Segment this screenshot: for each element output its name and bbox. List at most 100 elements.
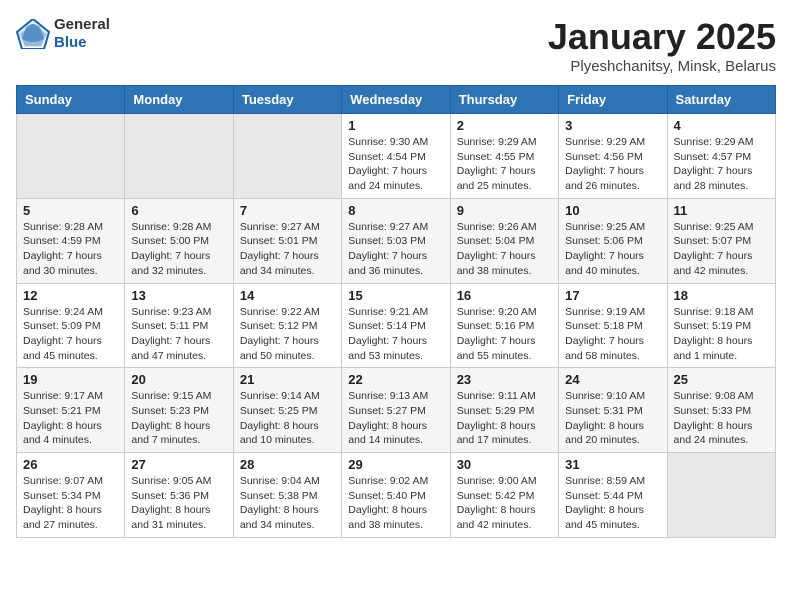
day-number: 26: [23, 457, 118, 472]
day-number: 6: [131, 203, 226, 218]
day-info: Sunrise: 9:27 AM Sunset: 5:01 PM Dayligh…: [240, 220, 335, 279]
day-info: Sunrise: 9:22 AM Sunset: 5:12 PM Dayligh…: [240, 305, 335, 364]
calendar-cell: 30Sunrise: 9:00 AM Sunset: 5:42 PM Dayli…: [450, 453, 558, 538]
calendar-cell: 13 Sunrise: 9:23 AM Sunset: 5:11 PM Dayli…: [125, 283, 233, 368]
calendar-cell: 26 Sunrise: 9:07 AM Sunset: 5:34 PM Dayli…: [17, 453, 125, 538]
day-info: Sunrise: 9:25 AM Sunset: 5:06 PM Dayligh…: [565, 220, 660, 279]
day-number: 22: [348, 372, 443, 387]
header-tuesday: Tuesday: [233, 86, 341, 114]
calendar-cell: 23 Sunrise: 9:11 AM Sunset: 5:29 PM Dayli…: [450, 368, 558, 453]
day-info: Sunrise: 9:18 AM Sunset: 5:19 PM Dayligh…: [674, 305, 769, 364]
calendar-cell: 7Sunrise: 9:27 AM Sunset: 5:01 PM Daylig…: [233, 198, 341, 283]
calendar-cell: 6 Sunrise: 9:28 AM Sunset: 5:00 PM Daylig…: [125, 198, 233, 283]
day-info: Sunrise: 9:25 AM Sunset: 5:07 PM Dayligh…: [674, 220, 769, 279]
calendar-cell: 31 Sunrise: 8:59 AM Sunset: 5:44 PM Dayli…: [559, 453, 667, 538]
day-info: Sunrise: 9:05 AM Sunset: 5:36 PM Dayligh…: [131, 474, 226, 533]
calendar-cell: 14 Sunrise: 9:22 AM Sunset: 5:12 PM Dayli…: [233, 283, 341, 368]
day-info: Sunrise: 9:17 AM Sunset: 5:21 PM Dayligh…: [23, 389, 118, 448]
calendar-cell: [125, 114, 233, 199]
calendar-cell: 18 Sunrise: 9:18 AM Sunset: 5:19 PM Dayli…: [667, 283, 775, 368]
day-info: Sunrise: 9:28 AM Sunset: 5:00 PM Dayligh…: [131, 220, 226, 279]
day-number: 12: [23, 288, 118, 303]
day-info: Sunrise: 9:29 AM Sunset: 4:56 PM Dayligh…: [565, 135, 660, 194]
day-info: Sunrise: 9:08 AM Sunset: 5:33 PM Dayligh…: [674, 389, 769, 448]
day-number: 27: [131, 457, 226, 472]
calendar-cell: 15Sunrise: 9:21 AM Sunset: 5:14 PM Dayli…: [342, 283, 450, 368]
header-sunday: Sunday: [17, 86, 125, 114]
calendar-cell: 12 Sunrise: 9:24 AM Sunset: 5:09 PM Dayli…: [17, 283, 125, 368]
day-info: Sunrise: 9:20 AM Sunset: 5:16 PM Dayligh…: [457, 305, 552, 364]
day-number: 16: [457, 288, 552, 303]
header-monday: Monday: [125, 86, 233, 114]
calendar-cell: 4Sunrise: 9:29 AM Sunset: 4:57 PM Daylig…: [667, 114, 775, 199]
calendar-cell: 20 Sunrise: 9:15 AM Sunset: 5:23 PM Dayli…: [125, 368, 233, 453]
day-info: Sunrise: 9:23 AM Sunset: 5:11 PM Dayligh…: [131, 305, 226, 364]
day-number: 18: [674, 288, 769, 303]
day-number: 14: [240, 288, 335, 303]
day-info: Sunrise: 9:15 AM Sunset: 5:23 PM Dayligh…: [131, 389, 226, 448]
header-friday: Friday: [559, 86, 667, 114]
calendar-cell: 27 Sunrise: 9:05 AM Sunset: 5:36 PM Dayli…: [125, 453, 233, 538]
day-number: 5: [23, 203, 118, 218]
calendar-cell: 11 Sunrise: 9:25 AM Sunset: 5:07 PM Dayli…: [667, 198, 775, 283]
header-wednesday: Wednesday: [342, 86, 450, 114]
calendar-week-row: 26 Sunrise: 9:07 AM Sunset: 5:34 PM Dayli…: [17, 453, 776, 538]
day-info: Sunrise: 9:04 AM Sunset: 5:38 PM Dayligh…: [240, 474, 335, 533]
calendar-week-row: 1Sunrise: 9:30 AM Sunset: 4:54 PM Daylig…: [17, 114, 776, 199]
day-info: Sunrise: 9:24 AM Sunset: 5:09 PM Dayligh…: [23, 305, 118, 364]
logo: General Blue: [16, 16, 110, 52]
day-info: Sunrise: 9:10 AM Sunset: 5:31 PM Dayligh…: [565, 389, 660, 448]
calendar-week-row: 12 Sunrise: 9:24 AM Sunset: 5:09 PM Dayli…: [17, 283, 776, 368]
calendar-cell: 25 Sunrise: 9:08 AM Sunset: 5:33 PM Dayli…: [667, 368, 775, 453]
page-header: General Blue January 2025 Plyeshchanitsy…: [16, 16, 776, 75]
day-number: 13: [131, 288, 226, 303]
calendar-cell: 22Sunrise: 9:13 AM Sunset: 5:27 PM Dayli…: [342, 368, 450, 453]
day-number: 17: [565, 288, 660, 303]
day-info: Sunrise: 9:29 AM Sunset: 4:55 PM Dayligh…: [457, 135, 552, 194]
day-number: 23: [457, 372, 552, 387]
calendar-table: SundayMondayTuesdayWednesdayThursdayFrid…: [16, 85, 776, 538]
day-info: Sunrise: 9:00 AM Sunset: 5:42 PM Dayligh…: [457, 474, 552, 533]
calendar-header-row: SundayMondayTuesdayWednesdayThursdayFrid…: [17, 86, 776, 114]
calendar-week-row: 5Sunrise: 9:28 AM Sunset: 4:59 PM Daylig…: [17, 198, 776, 283]
calendar-cell: 16 Sunrise: 9:20 AM Sunset: 5:16 PM Dayli…: [450, 283, 558, 368]
day-info: Sunrise: 9:07 AM Sunset: 5:34 PM Dayligh…: [23, 474, 118, 533]
calendar-cell: 21 Sunrise: 9:14 AM Sunset: 5:25 PM Dayli…: [233, 368, 341, 453]
day-info: Sunrise: 9:21 AM Sunset: 5:14 PM Dayligh…: [348, 305, 443, 364]
day-number: 8: [348, 203, 443, 218]
day-number: 2: [457, 118, 552, 133]
calendar-cell: 8 Sunrise: 9:27 AM Sunset: 5:03 PM Daylig…: [342, 198, 450, 283]
day-number: 19: [23, 372, 118, 387]
day-number: 25: [674, 372, 769, 387]
calendar-cell: 2 Sunrise: 9:29 AM Sunset: 4:55 PM Daylig…: [450, 114, 558, 199]
day-info: Sunrise: 9:11 AM Sunset: 5:29 PM Dayligh…: [457, 389, 552, 448]
month-title: January 2025: [548, 16, 776, 58]
calendar-cell: 5Sunrise: 9:28 AM Sunset: 4:59 PM Daylig…: [17, 198, 125, 283]
day-number: 10: [565, 203, 660, 218]
calendar-cell: 29Sunrise: 9:02 AM Sunset: 5:40 PM Dayli…: [342, 453, 450, 538]
day-number: 21: [240, 372, 335, 387]
calendar-cell: 3 Sunrise: 9:29 AM Sunset: 4:56 PM Daylig…: [559, 114, 667, 199]
logo-text: General Blue: [54, 16, 110, 52]
day-number: 9: [457, 203, 552, 218]
calendar-cell: 9Sunrise: 9:26 AM Sunset: 5:04 PM Daylig…: [450, 198, 558, 283]
day-number: 24: [565, 372, 660, 387]
logo-icon: [16, 19, 50, 49]
day-info: Sunrise: 9:14 AM Sunset: 5:25 PM Dayligh…: [240, 389, 335, 448]
day-number: 3: [565, 118, 660, 133]
day-info: Sunrise: 8:59 AM Sunset: 5:44 PM Dayligh…: [565, 474, 660, 533]
title-block: January 2025 Plyeshchanitsy, Minsk, Bela…: [548, 16, 776, 75]
day-number: 11: [674, 203, 769, 218]
day-info: Sunrise: 9:19 AM Sunset: 5:18 PM Dayligh…: [565, 305, 660, 364]
day-number: 31: [565, 457, 660, 472]
calendar-cell: [667, 453, 775, 538]
calendar-cell: 1Sunrise: 9:30 AM Sunset: 4:54 PM Daylig…: [342, 114, 450, 199]
calendar-cell: 24 Sunrise: 9:10 AM Sunset: 5:31 PM Dayli…: [559, 368, 667, 453]
calendar-cell: 19 Sunrise: 9:17 AM Sunset: 5:21 PM Dayli…: [17, 368, 125, 453]
day-number: 20: [131, 372, 226, 387]
calendar-cell: 17 Sunrise: 9:19 AM Sunset: 5:18 PM Dayli…: [559, 283, 667, 368]
day-info: Sunrise: 9:27 AM Sunset: 5:03 PM Dayligh…: [348, 220, 443, 279]
day-info: Sunrise: 9:30 AM Sunset: 4:54 PM Dayligh…: [348, 135, 443, 194]
calendar-cell: 28Sunrise: 9:04 AM Sunset: 5:38 PM Dayli…: [233, 453, 341, 538]
calendar-week-row: 19 Sunrise: 9:17 AM Sunset: 5:21 PM Dayli…: [17, 368, 776, 453]
